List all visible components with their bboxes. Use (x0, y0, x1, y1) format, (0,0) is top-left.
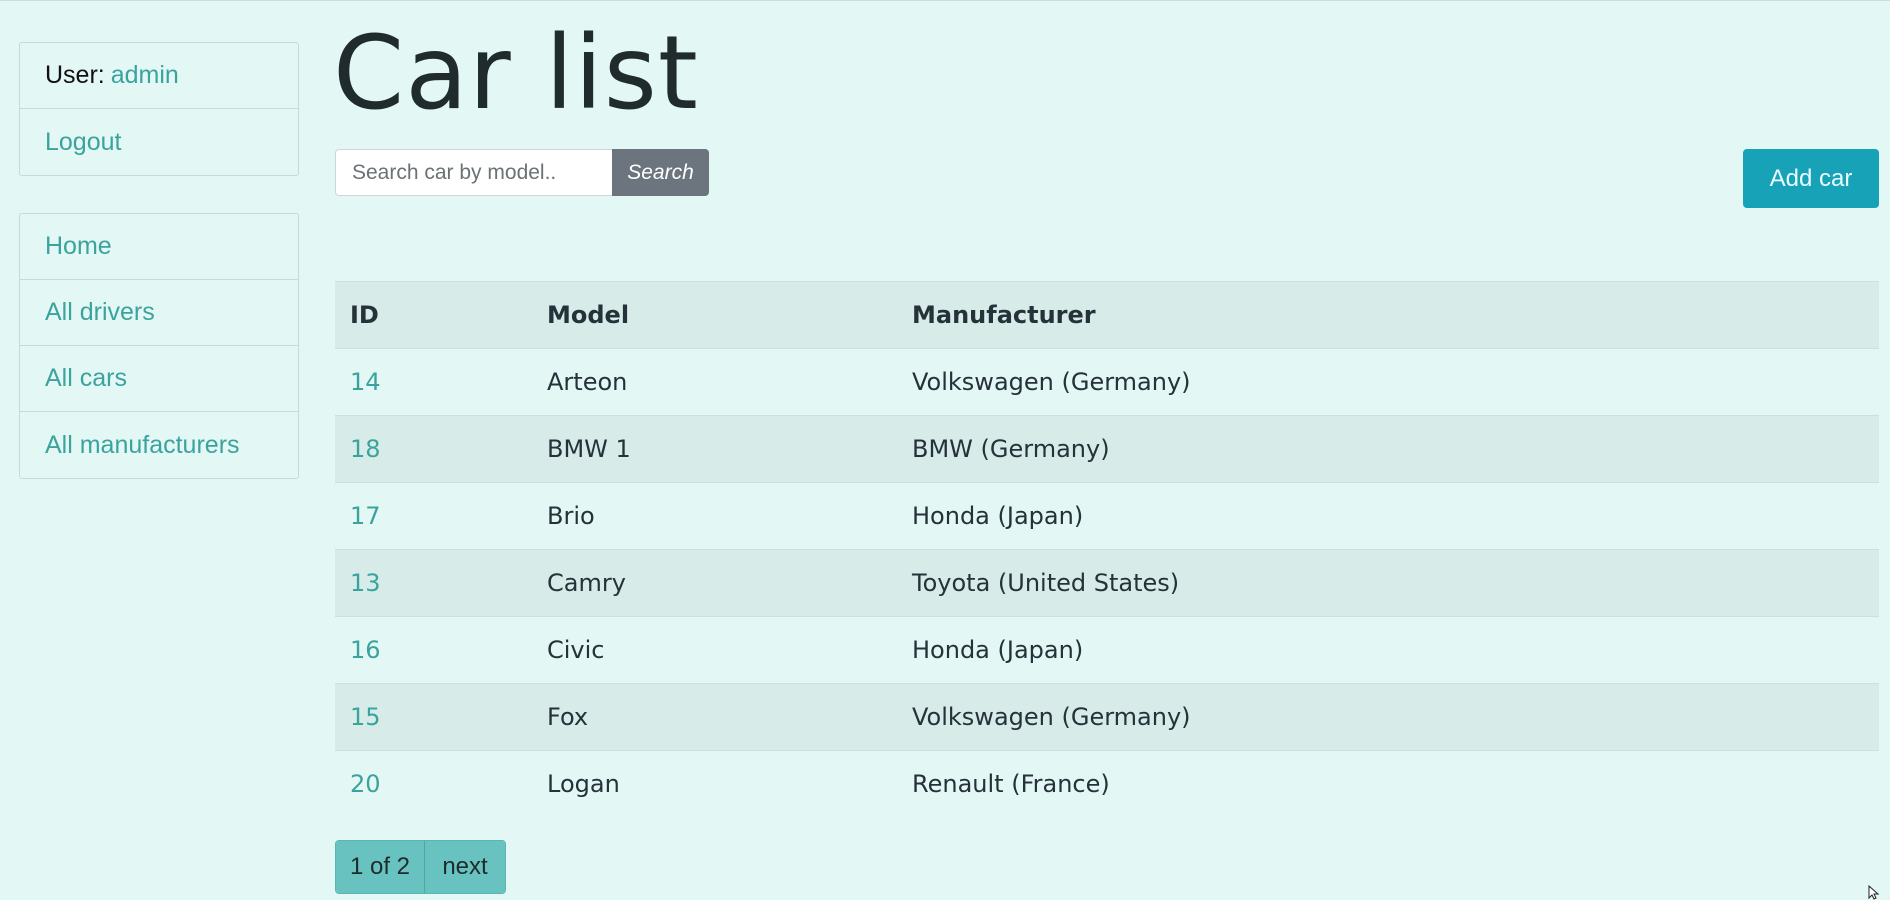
next-page-button[interactable]: next (425, 841, 505, 893)
user-name-link[interactable]: admin (111, 61, 179, 90)
car-model: Civic (532, 616, 897, 684)
car-manufacturer: Renault (France) (897, 750, 1879, 818)
car-id-link[interactable]: 13 (335, 549, 532, 617)
car-manufacturer: Volkswagen (Germany) (897, 683, 1879, 751)
car-id-link[interactable]: 17 (335, 482, 532, 550)
sidebar-item-all-cars[interactable]: All cars (20, 346, 298, 412)
car-id-link[interactable]: 14 (335, 348, 532, 416)
logout-link[interactable]: Logout (20, 109, 298, 175)
car-manufacturer: Honda (Japan) (897, 482, 1879, 550)
user-label: User: (45, 61, 105, 89)
search-button[interactable]: Search (612, 149, 709, 196)
car-table: ID Model Manufacturer 14 Arteon Volkswag… (335, 281, 1879, 818)
table-row: 18 BMW 1 BMW (Germany) (335, 415, 1879, 483)
sidebar-item-all-drivers[interactable]: All drivers (20, 280, 298, 346)
car-model: Fox (532, 683, 897, 751)
sidebar-nav: Home All drivers All cars All manufactur… (19, 213, 299, 479)
sidebar-item-home[interactable]: Home (20, 214, 298, 280)
car-manufacturer: Toyota (United States) (897, 549, 1879, 617)
car-manufacturer: Honda (Japan) (897, 616, 1879, 684)
user-panel: User: admin Logout (19, 42, 299, 176)
car-id-link[interactable]: 15 (335, 683, 532, 751)
add-car-button[interactable]: Add car (1743, 149, 1879, 208)
page-indicator: 1 of 2 (336, 841, 425, 893)
search-input[interactable] (335, 149, 613, 196)
car-model: Brio (532, 482, 897, 550)
table-header-row: ID Model Manufacturer (335, 281, 1879, 349)
column-header-id: ID (335, 281, 532, 349)
user-info: User: admin (20, 43, 298, 109)
table-row: 16 Civic Honda (Japan) (335, 616, 1879, 684)
column-header-manufacturer: Manufacturer (897, 281, 1879, 349)
car-model: Logan (532, 750, 897, 818)
car-manufacturer: Volkswagen (Germany) (897, 348, 1879, 416)
car-id-link[interactable]: 18 (335, 415, 532, 483)
car-id-link[interactable]: 16 (335, 616, 532, 684)
page-title: Car list (333, 14, 699, 133)
sidebar-item-all-manufacturers[interactable]: All manufacturers (20, 412, 298, 478)
car-id-link[interactable]: 20 (335, 750, 532, 818)
pagination: 1 of 2 next (335, 840, 506, 894)
table-row: 20 Logan Renault (France) (335, 750, 1879, 818)
table-row: 14 Arteon Volkswagen (Germany) (335, 348, 1879, 416)
table-row: 17 Brio Honda (Japan) (335, 482, 1879, 550)
table-row: 15 Fox Volkswagen (Germany) (335, 683, 1879, 751)
car-model: BMW 1 (532, 415, 897, 483)
table-row: 13 Camry Toyota (United States) (335, 549, 1879, 617)
car-model: Arteon (532, 348, 897, 416)
mouse-cursor-icon (1868, 885, 1880, 900)
car-model: Camry (532, 549, 897, 617)
car-manufacturer: BMW (Germany) (897, 415, 1879, 483)
column-header-model: Model (532, 281, 897, 349)
